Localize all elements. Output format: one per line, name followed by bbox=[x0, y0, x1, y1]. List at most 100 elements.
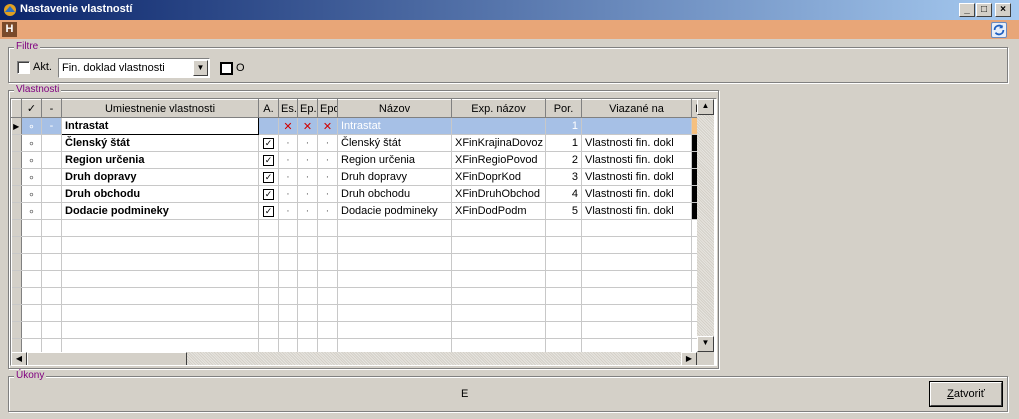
table-row-empty[interactable] bbox=[11, 287, 697, 305]
row-nazov-cell[interactable]: Druh obchodu bbox=[337, 185, 452, 203]
row-ep-cell[interactable]: · bbox=[297, 185, 318, 203]
table-row-empty[interactable] bbox=[11, 253, 697, 271]
row-name-cell[interactable]: Druh dopravy bbox=[61, 168, 259, 186]
row-a-cell[interactable] bbox=[258, 117, 279, 135]
row-viazane-cell[interactable]: Vlastnosti fin. dokl bbox=[581, 134, 692, 152]
row-name-cell[interactable]: Region určenia bbox=[61, 151, 259, 169]
row-viazane-cell[interactable]: Vlastnosti fin. dokl bbox=[581, 202, 692, 220]
row-nazov-cell[interactable]: Region určenia bbox=[337, 151, 452, 169]
chevron-down-icon[interactable]: ▼ bbox=[193, 60, 208, 76]
row-ep-x-icon[interactable]: ✕ bbox=[297, 117, 318, 135]
row-a-checkbox[interactable]: ✓ bbox=[258, 185, 279, 203]
col-es-header[interactable]: Es. bbox=[278, 99, 298, 118]
row-ep-cell[interactable]: · bbox=[297, 168, 318, 186]
row-check-cell[interactable]: ∘ bbox=[21, 185, 42, 203]
minimize-button[interactable]: _ bbox=[959, 3, 975, 17]
row-name-cell[interactable]: Dodacie podmineky bbox=[61, 202, 259, 220]
row-name-edit[interactable]: Intrastat bbox=[61, 117, 259, 135]
col-check-header[interactable]: ✓ bbox=[21, 99, 42, 118]
table-row[interactable]: ∘ Dodacie podmineky ✓ · · · Dodacie podm… bbox=[11, 202, 697, 220]
row-por-cell[interactable]: 1 bbox=[545, 134, 582, 152]
table-row[interactable]: ▶ ∘ - Intrastat ✕ ✕ ✕ Intrastat 1 bbox=[11, 117, 697, 135]
row-es-cell[interactable]: · bbox=[278, 185, 298, 203]
row-epo-cell[interactable]: · bbox=[317, 134, 338, 152]
row-check-cell[interactable]: ∘ bbox=[21, 202, 42, 220]
row-exp-cell[interactable]: XFinRegioPovod bbox=[451, 151, 546, 169]
row-check-cell[interactable]: ∘ bbox=[21, 151, 42, 169]
row-exp-cell[interactable]: XFinDruhObchod bbox=[451, 185, 546, 203]
col-viazane-header[interactable]: Viazané na bbox=[581, 99, 692, 118]
table-row[interactable]: ∘ Členský štát ✓ · · · Členský štát XFin… bbox=[11, 134, 697, 152]
row-es-cell[interactable]: · bbox=[278, 151, 298, 169]
col-umiestnenie-header[interactable]: Umiestnenie vlastnosti bbox=[61, 99, 259, 118]
row-nazov-cell[interactable]: Dodacie podmineky bbox=[337, 202, 452, 220]
vertical-scrollbar[interactable]: ▲ ▼ bbox=[697, 99, 714, 352]
row-nazov-cell[interactable]: Druh dopravy bbox=[337, 168, 452, 186]
table-row[interactable]: ∘ Region určenia ✓ · · · Region určenia … bbox=[11, 151, 697, 169]
row-viazane-cell[interactable]: Vlastnosti fin. dokl bbox=[581, 185, 692, 203]
col-epo-header[interactable]: Epo bbox=[317, 99, 338, 118]
table-row-empty[interactable] bbox=[11, 219, 697, 237]
col-a-header[interactable]: A. bbox=[258, 99, 279, 118]
col-nazov-header[interactable]: Názov bbox=[337, 99, 452, 118]
horizontal-scrollbar[interactable]: ◀ ▶ bbox=[11, 352, 697, 365]
row-nazov-cell[interactable]: Intrastat bbox=[337, 117, 452, 135]
row-ep-cell[interactable]: · bbox=[297, 202, 318, 220]
row-a-checkbox[interactable]: ✓ bbox=[258, 134, 279, 152]
scroll-left-icon[interactable]: ◀ bbox=[11, 352, 27, 365]
row-epo-cell[interactable]: · bbox=[317, 185, 338, 203]
col-dash-header[interactable]: - bbox=[41, 99, 62, 118]
row-exp-cell[interactable]: XFinKrajinaDovoz bbox=[451, 134, 546, 152]
horizontal-scroll-thumb[interactable] bbox=[27, 352, 187, 365]
h-button[interactable]: H bbox=[2, 22, 17, 37]
row-exp-cell[interactable]: XFinDodPodm bbox=[451, 202, 546, 220]
table-row[interactable]: ∘ Druh obchodu ✓ · · · Druh obchodu XFin… bbox=[11, 185, 697, 203]
row-por-cell[interactable]: 5 bbox=[545, 202, 582, 220]
row-check-cell[interactable]: ∘ bbox=[21, 168, 42, 186]
scroll-down-icon[interactable]: ▼ bbox=[697, 336, 714, 352]
row-es-cell[interactable]: · bbox=[278, 202, 298, 220]
row-epo-cell[interactable]: · bbox=[317, 202, 338, 220]
row-es-cell[interactable]: · bbox=[278, 134, 298, 152]
row-name-cell[interactable]: Členský štát bbox=[61, 134, 259, 152]
row-por-cell[interactable]: 1 bbox=[545, 117, 582, 135]
maximize-button[interactable]: □ bbox=[976, 3, 992, 17]
row-por-cell[interactable]: 3 bbox=[545, 168, 582, 186]
row-nazov-cell[interactable]: Členský štát bbox=[337, 134, 452, 152]
row-check-cell[interactable]: ∘ bbox=[21, 134, 42, 152]
row-a-checkbox[interactable]: ✓ bbox=[258, 202, 279, 220]
row-por-cell[interactable]: 2 bbox=[545, 151, 582, 169]
scroll-right-icon[interactable]: ▶ bbox=[681, 352, 697, 365]
scroll-up-icon[interactable]: ▲ bbox=[697, 99, 714, 115]
row-a-checkbox[interactable]: ✓ bbox=[258, 151, 279, 169]
row-exp-cell[interactable]: XFinDoprKod bbox=[451, 168, 546, 186]
row-viazane-cell[interactable]: Vlastnosti fin. dokl bbox=[581, 168, 692, 186]
table-row-empty[interactable] bbox=[11, 338, 697, 352]
row-a-checkbox[interactable]: ✓ bbox=[258, 168, 279, 186]
row-ep-cell[interactable]: · bbox=[297, 134, 318, 152]
row-epo-cell[interactable]: · bbox=[317, 168, 338, 186]
document-type-select[interactable]: Fin. doklad vlastnosti ▼ bbox=[58, 58, 210, 78]
akt-checkbox[interactable] bbox=[17, 61, 30, 74]
table-row[interactable]: ∘ Druh dopravy ✓ · · · Druh dopravy XFin… bbox=[11, 168, 697, 186]
row-check-cell[interactable]: ∘ bbox=[21, 117, 42, 135]
row-epo-cell[interactable]: · bbox=[317, 151, 338, 169]
refresh-icon[interactable] bbox=[991, 22, 1007, 38]
row-epo-x-icon[interactable]: ✕ bbox=[317, 117, 338, 135]
table-row-empty[interactable] bbox=[11, 321, 697, 339]
col-ep-header[interactable]: Ep. bbox=[297, 99, 318, 118]
row-es-cell[interactable]: · bbox=[278, 168, 298, 186]
properties-grid[interactable]: ✓ - Umiestnenie vlastnosti A. Es. Ep. Ep… bbox=[10, 98, 717, 366]
row-ep-cell[interactable]: · bbox=[297, 151, 318, 169]
row-name-cell[interactable]: Druh obchodu bbox=[61, 185, 259, 203]
table-row-empty[interactable] bbox=[11, 304, 697, 322]
o-checkbox[interactable] bbox=[220, 62, 233, 75]
row-viazane-cell[interactable]: Vlastnosti fin. dokl bbox=[581, 151, 692, 169]
col-por-header[interactable]: Por. bbox=[545, 99, 582, 118]
table-row-empty[interactable] bbox=[11, 236, 697, 254]
row-por-cell[interactable]: 4 bbox=[545, 185, 582, 203]
row-es-x-icon[interactable]: ✕ bbox=[278, 117, 298, 135]
row-viazane-cell[interactable] bbox=[581, 117, 692, 135]
table-row-empty[interactable] bbox=[11, 270, 697, 288]
row-exp-cell[interactable] bbox=[451, 117, 546, 135]
